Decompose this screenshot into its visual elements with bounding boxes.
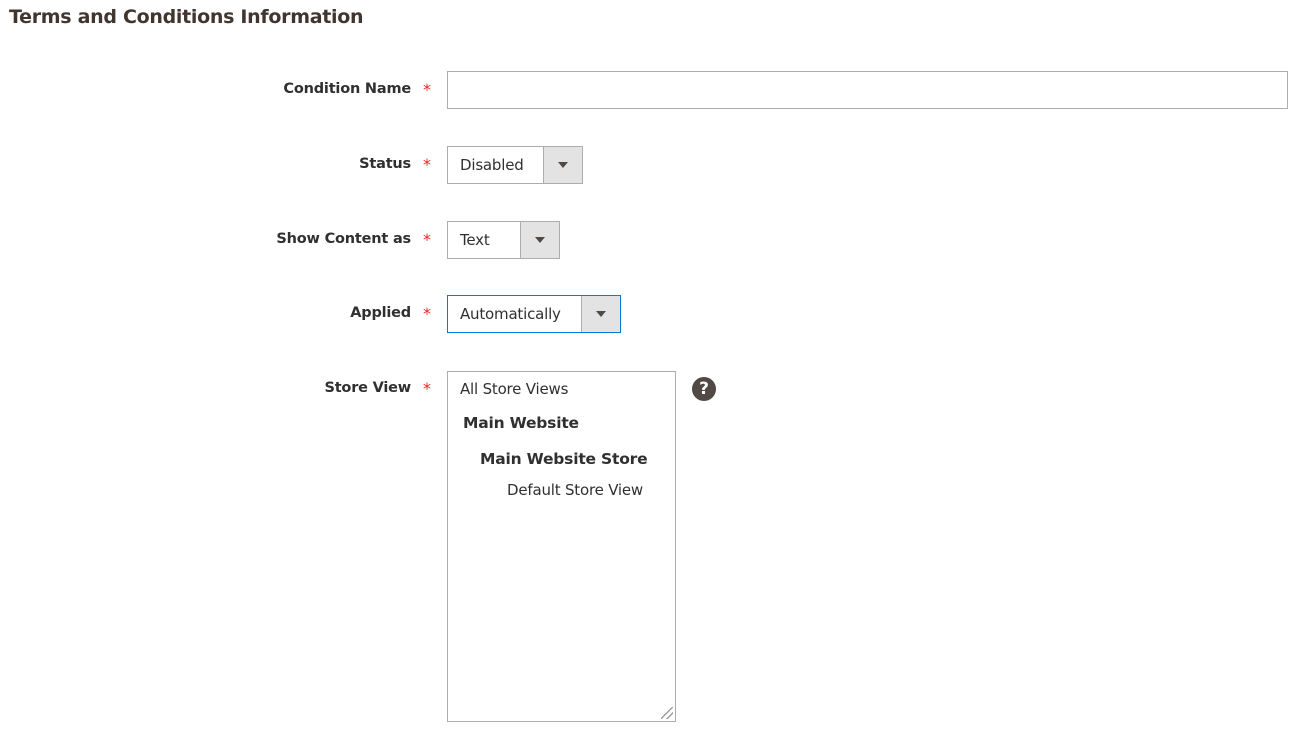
chevron-down-icon[interactable] [520,222,559,258]
required-mark: * [423,80,431,99]
condition-name-input[interactable] [447,71,1288,109]
applied-label: Applied [350,305,411,321]
store-view-option[interactable]: All Store Views [460,380,568,398]
show-content-as-select[interactable]: Text [447,221,560,259]
resize-handle[interactable] [661,707,673,719]
section-title: Terms and Conditions Information [9,6,364,28]
status-select[interactable]: Disabled [447,146,583,184]
store-view-multiselect[interactable]: All Store Views Main Website Main Websit… [447,371,676,722]
chevron-down-icon[interactable] [543,147,582,183]
show-content-as-label: Show Content as [276,231,411,247]
help-icon[interactable]: ? [692,377,716,401]
required-mark: * [423,155,431,174]
store-view-label: Store View [324,380,411,396]
status-value: Disabled [460,156,524,174]
show-content-as-value: Text [460,231,490,249]
required-mark: * [423,304,431,323]
applied-value: Automatically [460,305,561,323]
store-view-group: Main Website [463,414,579,432]
applied-select[interactable]: Automatically [447,295,621,333]
store-view-group: Main Website Store [480,450,648,468]
store-view-option[interactable]: Default Store View [507,481,643,499]
condition-name-label: Condition Name [283,81,411,97]
required-mark: * [423,230,431,249]
required-mark: * [423,379,431,398]
chevron-down-icon[interactable] [581,296,620,332]
status-label: Status [359,156,411,172]
